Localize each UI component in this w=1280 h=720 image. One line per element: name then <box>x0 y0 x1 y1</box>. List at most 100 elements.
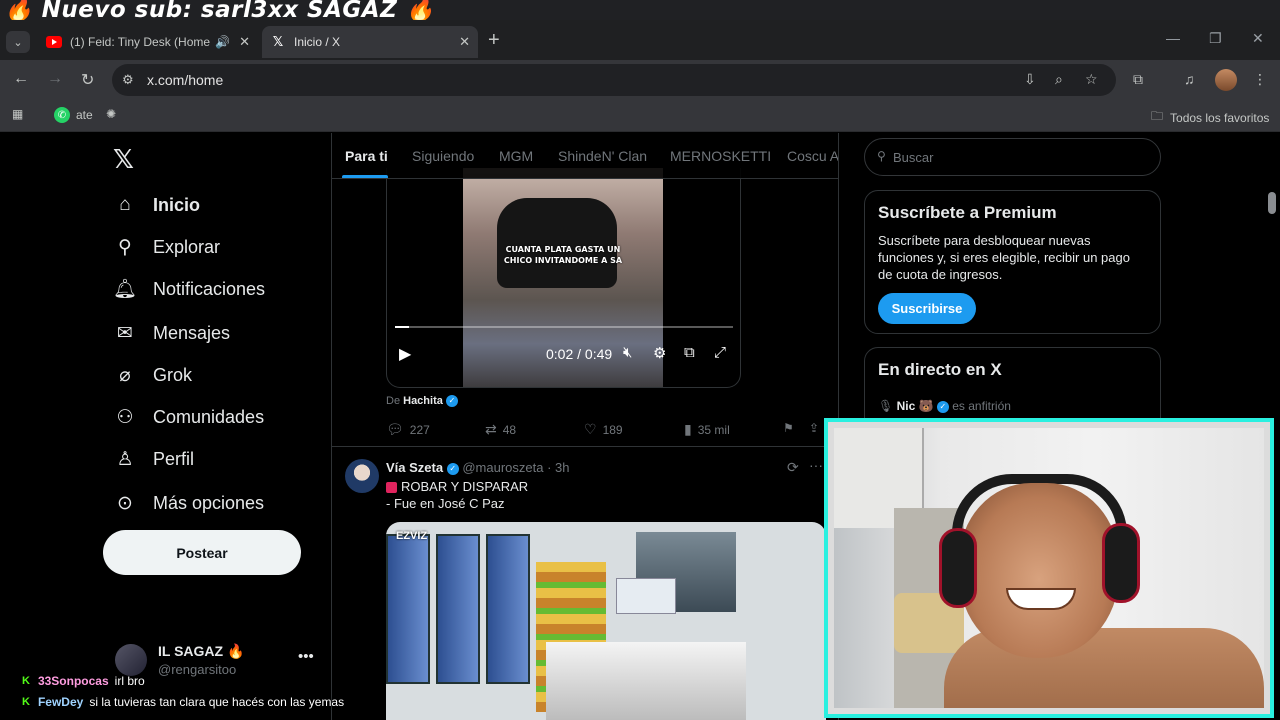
address-bar[interactable]: ⚙ x.com/home ⇩ ⌕ ☆ <box>112 64 1116 96</box>
cam-headset-right <box>1102 523 1140 603</box>
kick-badge-icon: K <box>22 674 30 687</box>
post-text: ROBAR Y DISPARAR <box>401 479 529 494</box>
video-progress-fill <box>395 326 409 328</box>
nav-item-notificaciones[interactable]: 🔔︎ Notificaciones <box>113 274 265 304</box>
fullscreen-icon[interactable]: ⤢ <box>714 344 726 361</box>
more-icon: ⊙ <box>117 492 133 514</box>
tab-coscu[interactable]: Coscu Ar <box>787 148 838 164</box>
video-caption: CUANTA PLATA GASTA UN CHICO INVITANDOME … <box>503 245 623 265</box>
timeline-tabs: Para ti Siguiendo MGM ShindeN' Clan MERN… <box>332 133 838 179</box>
reply-icon: 💬︎ <box>386 421 404 437</box>
media-control-icon[interactable]: ♫ <box>1184 71 1195 87</box>
tab-mgm[interactable]: MGM <box>499 148 533 164</box>
tab-x[interactable]: 𝕏 Inicio / X ✕ <box>262 26 478 58</box>
menu-icon[interactable]: ⋮ <box>1253 71 1267 88</box>
new-tab-button[interactable]: + <box>488 29 500 52</box>
post-text-line: - Fue en José C Paz <box>386 496 505 511</box>
nav-item-grok[interactable]: ⌀ Grok <box>113 360 192 390</box>
avatar[interactable] <box>345 459 379 493</box>
reload-icon[interactable]: ↻ <box>81 70 94 90</box>
video-progress-bar[interactable] <box>395 326 733 328</box>
minimize-icon[interactable]: — <box>1166 30 1180 46</box>
store-freezer <box>616 578 676 614</box>
nav-item-explorar[interactable]: ⚲ Explorar <box>113 232 220 262</box>
nav-item-inicio[interactable]: ⌂ Inicio <box>113 190 200 220</box>
tab-search-button[interactable]: ⌄ <box>6 31 30 53</box>
post-author-name[interactable]: Vía Szeta <box>386 460 443 475</box>
settings-icon[interactable]: ⚙ <box>653 344 666 362</box>
close-tab-icon[interactable]: ✕ <box>459 34 470 50</box>
stream-chat: K 33Sonpocas irl bro K FewDey si la tuvi… <box>22 670 542 712</box>
account-name[interactable]: IL SAGAZ 🔥 <box>158 643 244 660</box>
nav-item-comunidades[interactable]: ⚇ Comunidades <box>113 402 264 432</box>
nav-item-mensajes[interactable]: ✉ Mensajes <box>113 318 230 348</box>
reply-button[interactable]: 💬︎ 227 <box>386 421 430 438</box>
nav-item-mas-opciones[interactable]: ⊙ Más opciones <box>113 488 264 518</box>
pip-icon[interactable]: ⧉ <box>684 344 695 361</box>
source-name[interactable]: Hachita <box>403 395 443 407</box>
mail-icon: ✉ <box>117 322 133 344</box>
video-player[interactable]: CUANTA PLATA GASTA UN CHICO INVITANDOME … <box>386 168 741 388</box>
tab-para-ti[interactable]: Para ti <box>345 148 388 164</box>
nav-item-perfil[interactable]: ♙ Perfil <box>113 444 194 474</box>
tab-siguiendo[interactable]: Siguiendo <box>412 148 474 164</box>
post-button[interactable]: Postear <box>103 530 301 575</box>
premium-description: Suscríbete para desbloquear nuevas funci… <box>878 233 1130 282</box>
premium-title: Suscríbete a Premium <box>878 203 1057 222</box>
bookmark-label: ate <box>76 108 93 122</box>
reply-count: 227 <box>409 422 430 437</box>
x-logo-icon[interactable]: 𝕏 <box>113 145 134 175</box>
apps-grid-icon[interactable]: ▦ <box>12 107 23 121</box>
store-fridge <box>436 534 480 684</box>
forward-icon[interactable]: → <box>47 70 63 88</box>
profile-avatar[interactable] <box>1215 69 1237 91</box>
video-time: 0:02 / 0:49 <box>546 346 613 362</box>
repost-button[interactable]: ⇄ 48 <box>485 421 516 438</box>
share-icon[interactable]: ⇪ <box>809 421 819 435</box>
views-button[interactable]: ▮ 35 mil <box>684 421 730 438</box>
tab-shinden-clan[interactable]: ShindeN' Clan <box>558 148 647 164</box>
post-more-icon[interactable]: ··· <box>809 457 823 473</box>
stream-banner-text: 🔥 Nuevo sub: sarl3xx SAGAZ 🔥 <box>4 0 435 22</box>
account-more-icon[interactable]: ••• <box>298 648 314 665</box>
play-icon[interactable]: ▶ <box>399 344 411 364</box>
tab-title: Inicio / X <box>294 35 341 49</box>
close-window-icon[interactable]: ✕ <box>1252 30 1264 47</box>
tab-mernosketti[interactable]: MERNOSKETTI <box>670 148 771 164</box>
zoom-icon[interactable]: ⌕ <box>1055 71 1063 88</box>
mute-icon[interactable]: 🔇︎ <box>623 344 632 361</box>
url-text[interactable]: x.com/home <box>147 72 223 88</box>
close-tab-icon[interactable]: ✕ <box>239 34 250 50</box>
extensions-icon[interactable]: ⧉ <box>1133 71 1143 88</box>
browser-tab-bar: ⌄ (1) Feid: Tiny Desk (Home) C 🔊 ✕ 𝕏 Ini… <box>0 20 1280 60</box>
store-fridge <box>486 534 530 684</box>
site-settings-icon[interactable]: ⚙ <box>122 72 134 88</box>
post-time[interactable]: · 3h <box>547 460 569 475</box>
speaker-icon[interactable]: 🔊 <box>215 35 230 49</box>
siren-icon <box>386 482 397 494</box>
post-author-handle[interactable]: @mauroszeta <box>462 460 543 475</box>
nav-label: Comunidades <box>153 406 265 427</box>
bookmark-icon[interactable]: ⚑ <box>783 421 794 435</box>
bookmarks-folder[interactable]: 🗀 Todos los favoritos <box>1151 107 1269 128</box>
subscribe-button[interactable]: Suscribirse <box>878 293 976 324</box>
install-app-icon[interactable]: ⇩ <box>1024 71 1036 88</box>
banner-label: Nuevo sub: sarl3xx SAGAZ <box>41 0 398 22</box>
search-input[interactable] <box>893 147 1143 167</box>
live-host[interactable]: 🎙︎ Nic 🐻 ✓ es anfitrión <box>878 399 1011 413</box>
nav-label: Más opciones <box>153 492 265 513</box>
back-icon[interactable]: ← <box>13 70 29 88</box>
bookmark-whatsapp[interactable]: ✆ ate <box>54 107 93 123</box>
fire-icon: 🔥 <box>226 643 245 659</box>
search-icon: ⚲ <box>877 149 886 163</box>
like-button[interactable]: ♡ 189 <box>584 421 623 438</box>
video-source[interactable]: De Hachita ✓ <box>386 395 458 408</box>
tab-youtube[interactable]: (1) Feid: Tiny Desk (Home) C 🔊 ✕ <box>36 28 258 56</box>
page-scrollbar[interactable] <box>1268 192 1276 214</box>
grok-icon[interactable]: ⟳ <box>787 459 799 476</box>
search-box[interactable]: ⚲ <box>864 138 1161 176</box>
restore-icon[interactable]: ❐ <box>1209 30 1222 47</box>
bookmark-chatgpt-icon[interactable]: ✺ <box>106 107 116 121</box>
bookmark-star-icon[interactable]: ☆ <box>1085 71 1098 88</box>
premium-card: Suscríbete a Premium Suscríbete para des… <box>864 190 1161 334</box>
